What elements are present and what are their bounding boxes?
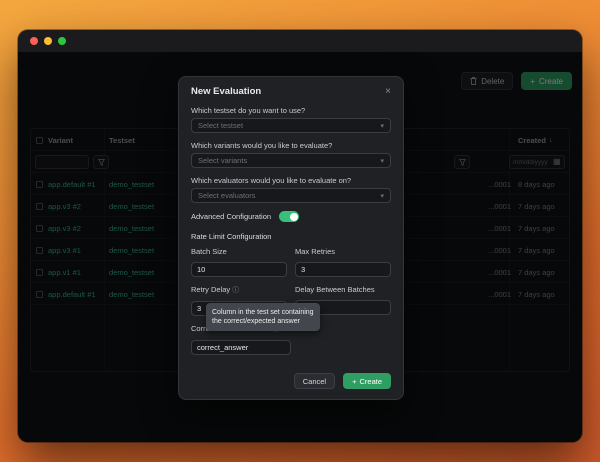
chevron-down-icon: ▾ xyxy=(380,157,384,165)
advanced-configuration-row: Advanced Configuration xyxy=(191,211,391,222)
close-window-button[interactable] xyxy=(30,37,38,45)
traffic-lights xyxy=(30,37,66,45)
cancel-button[interactable]: Cancel xyxy=(294,373,335,389)
evaluators-question-label: Which evaluators would you like to evalu… xyxy=(191,176,391,185)
minimize-window-button[interactable] xyxy=(44,37,52,45)
retry-delay-label: Retry Delayⓘ xyxy=(191,285,287,295)
new-evaluation-modal: New Evaluation × Which testset do you wa… xyxy=(178,76,404,400)
advanced-configuration-toggle[interactable] xyxy=(279,211,299,222)
chevron-down-icon: ▾ xyxy=(380,192,384,200)
close-icon[interactable]: × xyxy=(385,87,391,97)
zoom-window-button[interactable] xyxy=(58,37,66,45)
max-retries-label: Max Retries xyxy=(295,247,391,256)
modal-footer: Cancel + Create xyxy=(179,365,403,399)
correct-answer-column-input[interactable] xyxy=(191,340,291,355)
window-titlebar xyxy=(18,30,582,52)
delay-between-batches-label: Delay Between Batches xyxy=(295,285,391,294)
info-icon[interactable]: ⓘ xyxy=(232,287,239,294)
batch-size-input[interactable] xyxy=(191,262,287,277)
correct-answer-tooltip: Column in the test set containing the co… xyxy=(206,303,320,331)
testset-select-placeholder: Select testset xyxy=(198,121,243,130)
chevron-down-icon: ▾ xyxy=(380,122,384,130)
cancel-button-label: Cancel xyxy=(303,377,326,386)
create-button-label: Create xyxy=(359,377,382,386)
create-button[interactable]: + Create xyxy=(343,373,391,389)
variants-select-placeholder: Select variants xyxy=(198,156,247,165)
max-retries-input[interactable] xyxy=(295,262,391,277)
modal-title: New Evaluation xyxy=(191,86,261,97)
plus-icon: + xyxy=(352,377,356,386)
rate-limit-heading: Rate Limit Configuration xyxy=(191,232,391,241)
toggle-knob xyxy=(290,213,298,221)
evaluators-select[interactable]: Select evaluators ▾ xyxy=(191,188,391,203)
testset-question-label: Which testset do you want to use? xyxy=(191,106,391,115)
evaluators-select-placeholder: Select evaluators xyxy=(198,191,256,200)
modal-header: New Evaluation × xyxy=(179,77,403,105)
app-window: Delete + Create Variant Testset Created … xyxy=(18,30,582,442)
desktop-wallpaper: Delete + Create Variant Testset Created … xyxy=(0,0,600,462)
retry-delay-label-text: Retry Delay xyxy=(191,285,230,294)
variants-question-label: Which variants would you like to evaluat… xyxy=(191,141,391,150)
variants-select[interactable]: Select variants ▾ xyxy=(191,153,391,168)
advanced-configuration-label: Advanced Configuration xyxy=(191,212,271,221)
batch-size-label: Batch Size xyxy=(191,247,287,256)
batch-retries-row: Batch Size Max Retries xyxy=(191,247,391,277)
testset-select[interactable]: Select testset ▾ xyxy=(191,118,391,133)
